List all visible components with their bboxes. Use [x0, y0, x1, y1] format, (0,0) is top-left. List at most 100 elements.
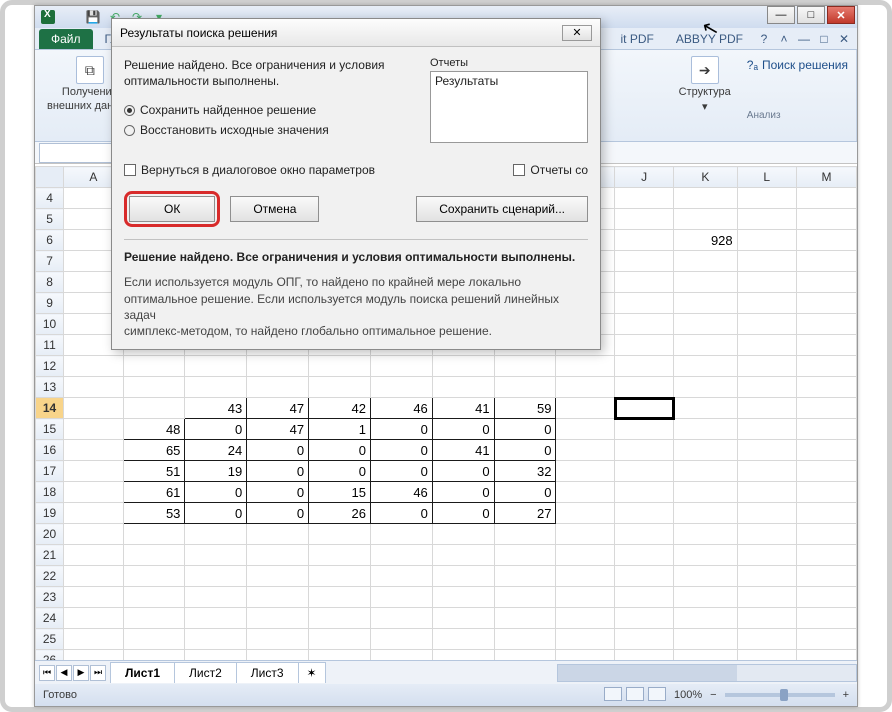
cell[interactable]: [494, 356, 556, 377]
cell[interactable]: [64, 377, 124, 398]
cell[interactable]: [309, 377, 371, 398]
cell[interactable]: [674, 335, 737, 356]
cell[interactable]: [556, 545, 615, 566]
cell[interactable]: 61: [123, 482, 185, 503]
cell[interactable]: [737, 251, 796, 272]
close-window-button[interactable]: ✕: [827, 6, 855, 24]
cell[interactable]: [674, 188, 737, 209]
cell[interactable]: [370, 377, 432, 398]
cell[interactable]: [615, 314, 674, 335]
cell[interactable]: [737, 524, 796, 545]
cell[interactable]: [737, 608, 796, 629]
cell[interactable]: [796, 440, 856, 461]
cell[interactable]: [737, 230, 796, 251]
name-box[interactable]: [39, 143, 113, 163]
cell[interactable]: [796, 650, 856, 661]
cell[interactable]: [674, 503, 737, 524]
cell[interactable]: [796, 545, 856, 566]
cell[interactable]: [64, 566, 124, 587]
cell[interactable]: [615, 461, 674, 482]
cell[interactable]: [556, 356, 615, 377]
cell[interactable]: [615, 629, 674, 650]
row-header[interactable]: 4: [36, 188, 64, 209]
cell[interactable]: [674, 587, 737, 608]
cell[interactable]: 46: [370, 482, 432, 503]
cell[interactable]: 0: [247, 482, 309, 503]
horizontal-scrollbar[interactable]: [557, 664, 857, 682]
cell[interactable]: [796, 356, 856, 377]
cell[interactable]: [494, 545, 556, 566]
row-header[interactable]: 22: [36, 566, 64, 587]
cell[interactable]: [185, 545, 247, 566]
cell[interactable]: 26: [309, 503, 371, 524]
cell[interactable]: [64, 587, 124, 608]
cell[interactable]: 928: [674, 230, 737, 251]
row-header[interactable]: 11: [36, 335, 64, 356]
cell[interactable]: [796, 566, 856, 587]
cell[interactable]: [556, 503, 615, 524]
cell[interactable]: [432, 524, 494, 545]
cell[interactable]: [674, 293, 737, 314]
row-header[interactable]: 25: [36, 629, 64, 650]
cell[interactable]: 32: [494, 461, 556, 482]
cell[interactable]: [185, 608, 247, 629]
structure-button[interactable]: ➔ Структура ▾: [675, 54, 735, 115]
row-header[interactable]: 15: [36, 419, 64, 440]
sheet-nav-prev[interactable]: ◀: [56, 665, 72, 681]
sheet-tab-2[interactable]: Лист2: [174, 662, 237, 683]
cell[interactable]: 47: [247, 419, 309, 440]
cell[interactable]: [432, 608, 494, 629]
cell[interactable]: [737, 398, 796, 419]
cell[interactable]: [737, 272, 796, 293]
cell[interactable]: 48: [123, 419, 185, 440]
cell[interactable]: [185, 377, 247, 398]
cell[interactable]: [737, 377, 796, 398]
cell[interactable]: [737, 566, 796, 587]
row-header[interactable]: 21: [36, 545, 64, 566]
cell[interactable]: [556, 566, 615, 587]
cell[interactable]: [123, 377, 185, 398]
cell[interactable]: [615, 545, 674, 566]
cell[interactable]: 0: [432, 461, 494, 482]
cell[interactable]: [737, 629, 796, 650]
cell[interactable]: [64, 356, 124, 377]
cell[interactable]: [123, 608, 185, 629]
cell[interactable]: [185, 356, 247, 377]
cell[interactable]: [674, 398, 737, 419]
zoom-value[interactable]: 100%: [674, 689, 702, 701]
checkbox-outline-reports[interactable]: Отчеты со: [513, 163, 588, 177]
cell[interactable]: [185, 524, 247, 545]
cell[interactable]: [615, 209, 674, 230]
cell[interactable]: [796, 314, 856, 335]
sheet-nav-first[interactable]: ⏮: [39, 665, 55, 681]
cell[interactable]: 0: [370, 440, 432, 461]
dialog-titlebar[interactable]: Результаты поиска решения ✕: [112, 19, 600, 47]
cell[interactable]: [64, 482, 124, 503]
cell[interactable]: [432, 356, 494, 377]
cell[interactable]: [432, 629, 494, 650]
view-normal[interactable]: [604, 687, 622, 701]
cell[interactable]: [674, 440, 737, 461]
cell[interactable]: [737, 314, 796, 335]
cell[interactable]: [494, 566, 556, 587]
cell[interactable]: [737, 461, 796, 482]
zoom-in-button[interactable]: +: [843, 689, 849, 701]
cell[interactable]: 53: [123, 503, 185, 524]
cell[interactable]: [370, 650, 432, 661]
cell[interactable]: [674, 629, 737, 650]
cell[interactable]: 0: [494, 419, 556, 440]
cell[interactable]: [615, 440, 674, 461]
cell[interactable]: [64, 398, 124, 419]
cell[interactable]: 41: [432, 440, 494, 461]
cell[interactable]: [123, 629, 185, 650]
cell[interactable]: [796, 335, 856, 356]
cell[interactable]: 1: [309, 419, 371, 440]
cell[interactable]: [615, 356, 674, 377]
column-header[interactable]: K: [674, 167, 737, 188]
cell[interactable]: [556, 524, 615, 545]
cell[interactable]: [556, 440, 615, 461]
cell[interactable]: [674, 272, 737, 293]
view-page-layout[interactable]: [626, 687, 644, 701]
cell[interactable]: [674, 356, 737, 377]
cell[interactable]: [185, 650, 247, 661]
